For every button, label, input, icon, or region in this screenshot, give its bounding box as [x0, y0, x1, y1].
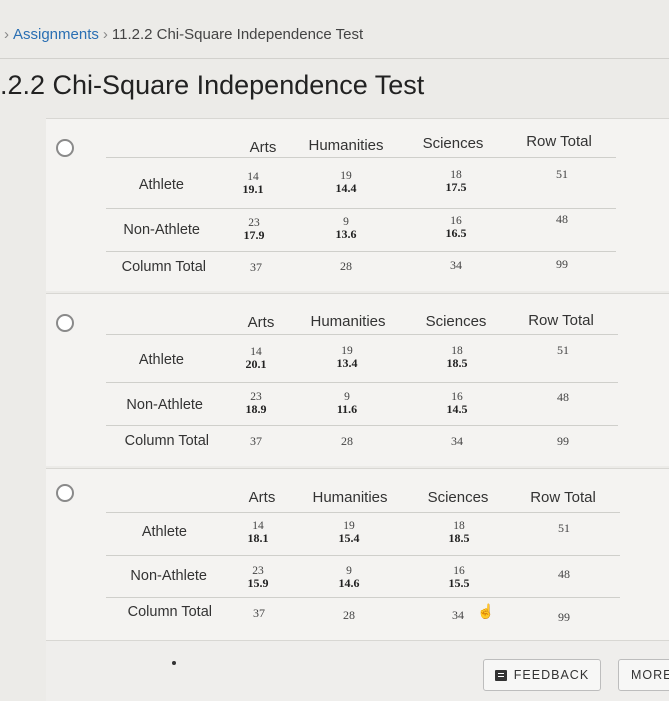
expected-value: 14.5: [446, 402, 468, 416]
breadcrumb-assignments-link[interactable]: Assignments: [13, 26, 99, 43]
header-row-total: Row Total: [526, 133, 592, 150]
table-divider: [106, 512, 620, 513]
answer-option-1[interactable]: Arts Humanities Sciences Row Total Athle…: [46, 118, 669, 291]
table-divider: [106, 208, 616, 209]
header-arts: Arts: [249, 139, 277, 156]
row-total-value: 48: [558, 567, 570, 581]
answer-option-3[interactable]: Arts Humanities Sciences Row Total Athle…: [46, 468, 669, 641]
feedback-button[interactable]: FEEDBACK: [483, 659, 601, 691]
header-row-total: Row Total: [528, 312, 594, 329]
breadcrumb-separator-icon: ›: [102, 26, 108, 43]
header-sciences: Sciences: [427, 489, 489, 506]
header-humanities: Humanities: [308, 137, 384, 154]
header-row-total: Row Total: [530, 489, 596, 506]
row-total-value: 48: [556, 212, 568, 226]
decorative-dot: [172, 661, 176, 665]
feedback-icon: [494, 669, 507, 681]
more-label: MORE: [631, 668, 669, 682]
row-label-athlete: Athlete: [138, 177, 184, 193]
header-sciences: Sciences: [425, 313, 487, 330]
answer-option-2[interactable]: Arts Humanities Sciences Row Total Athle…: [46, 293, 669, 466]
expected-value: 11.6: [336, 402, 358, 416]
grand-total-value: 99: [557, 434, 569, 448]
header-humanities: Humanities: [312, 489, 388, 506]
expected-value: 15.9: [247, 576, 269, 590]
header-sciences: Sciences: [422, 135, 484, 152]
column-total-value: 28: [340, 259, 352, 273]
row-label-athlete: Athlete: [138, 352, 184, 368]
column-total-value: 34: [451, 434, 463, 448]
expected-value: 13.4: [336, 356, 358, 370]
expected-value: 18.5: [446, 356, 468, 370]
page-title: .2.2 Chi-Square Independence Test: [0, 70, 425, 100]
expected-value: 19.1: [242, 182, 264, 196]
expected-value: 17.9: [243, 228, 265, 242]
expected-value: 15.4: [338, 531, 360, 545]
expected-value: 18.1: [247, 531, 269, 545]
column-total-value: 37: [250, 434, 262, 448]
grand-total-value: 99: [556, 257, 568, 271]
feedback-label: FEEDBACK: [513, 668, 590, 682]
header-divider: [0, 58, 669, 59]
more-button[interactable]: MORE: [618, 659, 669, 691]
option-2-radio[interactable]: [56, 314, 74, 332]
table-divider: [106, 425, 618, 426]
breadcrumb: › Assignments › 11.2.2 Chi-Square Independe…: [0, 26, 363, 43]
row-label-non-athlete: Non-Athlete: [126, 397, 203, 413]
table-divider: [106, 251, 616, 252]
expected-value: 15.5: [448, 576, 470, 590]
row-label-athlete: Athlete: [141, 524, 187, 540]
column-total-value: 34: [452, 608, 464, 622]
row-label-non-athlete: Non-Athlete: [123, 222, 200, 238]
expected-value: 17.5: [445, 180, 467, 194]
row-label-column-total: Column Total: [124, 433, 209, 449]
table-divider: [106, 597, 620, 598]
grand-total-value: 99: [558, 610, 570, 624]
row-label-column-total: Column Total: [127, 604, 212, 620]
table-divider: [106, 334, 618, 335]
row-total-value: 51: [557, 343, 569, 357]
column-total-value: 28: [343, 608, 355, 622]
table-divider: [106, 555, 620, 556]
column-total-value: 34: [450, 258, 462, 272]
row-label-column-total: Column Total: [121, 259, 206, 275]
column-total-value: 37: [253, 606, 265, 620]
table-divider: [106, 157, 616, 158]
table-divider: [106, 382, 618, 383]
column-total-value: 37: [250, 260, 262, 274]
header-arts: Arts: [247, 314, 275, 331]
expected-value: 18.9: [245, 402, 267, 416]
column-total-value: 28: [341, 434, 353, 448]
expected-value: 16.5: [445, 226, 467, 240]
expected-value: 13.6: [335, 227, 357, 241]
header-humanities: Humanities: [310, 313, 386, 330]
row-total-value: 51: [556, 167, 568, 181]
option-3-radio[interactable]: [56, 484, 74, 502]
header-arts: Arts: [248, 489, 276, 506]
breadcrumb-chevron-icon: ›: [4, 26, 9, 43]
row-label-non-athlete: Non-Athlete: [130, 568, 207, 584]
breadcrumb-current: 11.2.2 Chi-Square Independence Test: [111, 26, 364, 43]
row-total-value: 51: [558, 521, 570, 535]
expected-value: 14.4: [335, 181, 357, 195]
expected-value: 14.6: [338, 576, 360, 590]
hand-pointer-icon: ☝: [477, 603, 495, 619]
expected-value: 18.5: [448, 531, 470, 545]
option-1-radio[interactable]: [56, 139, 74, 157]
row-total-value: 48: [557, 390, 569, 404]
expected-value: 20.1: [245, 357, 267, 371]
